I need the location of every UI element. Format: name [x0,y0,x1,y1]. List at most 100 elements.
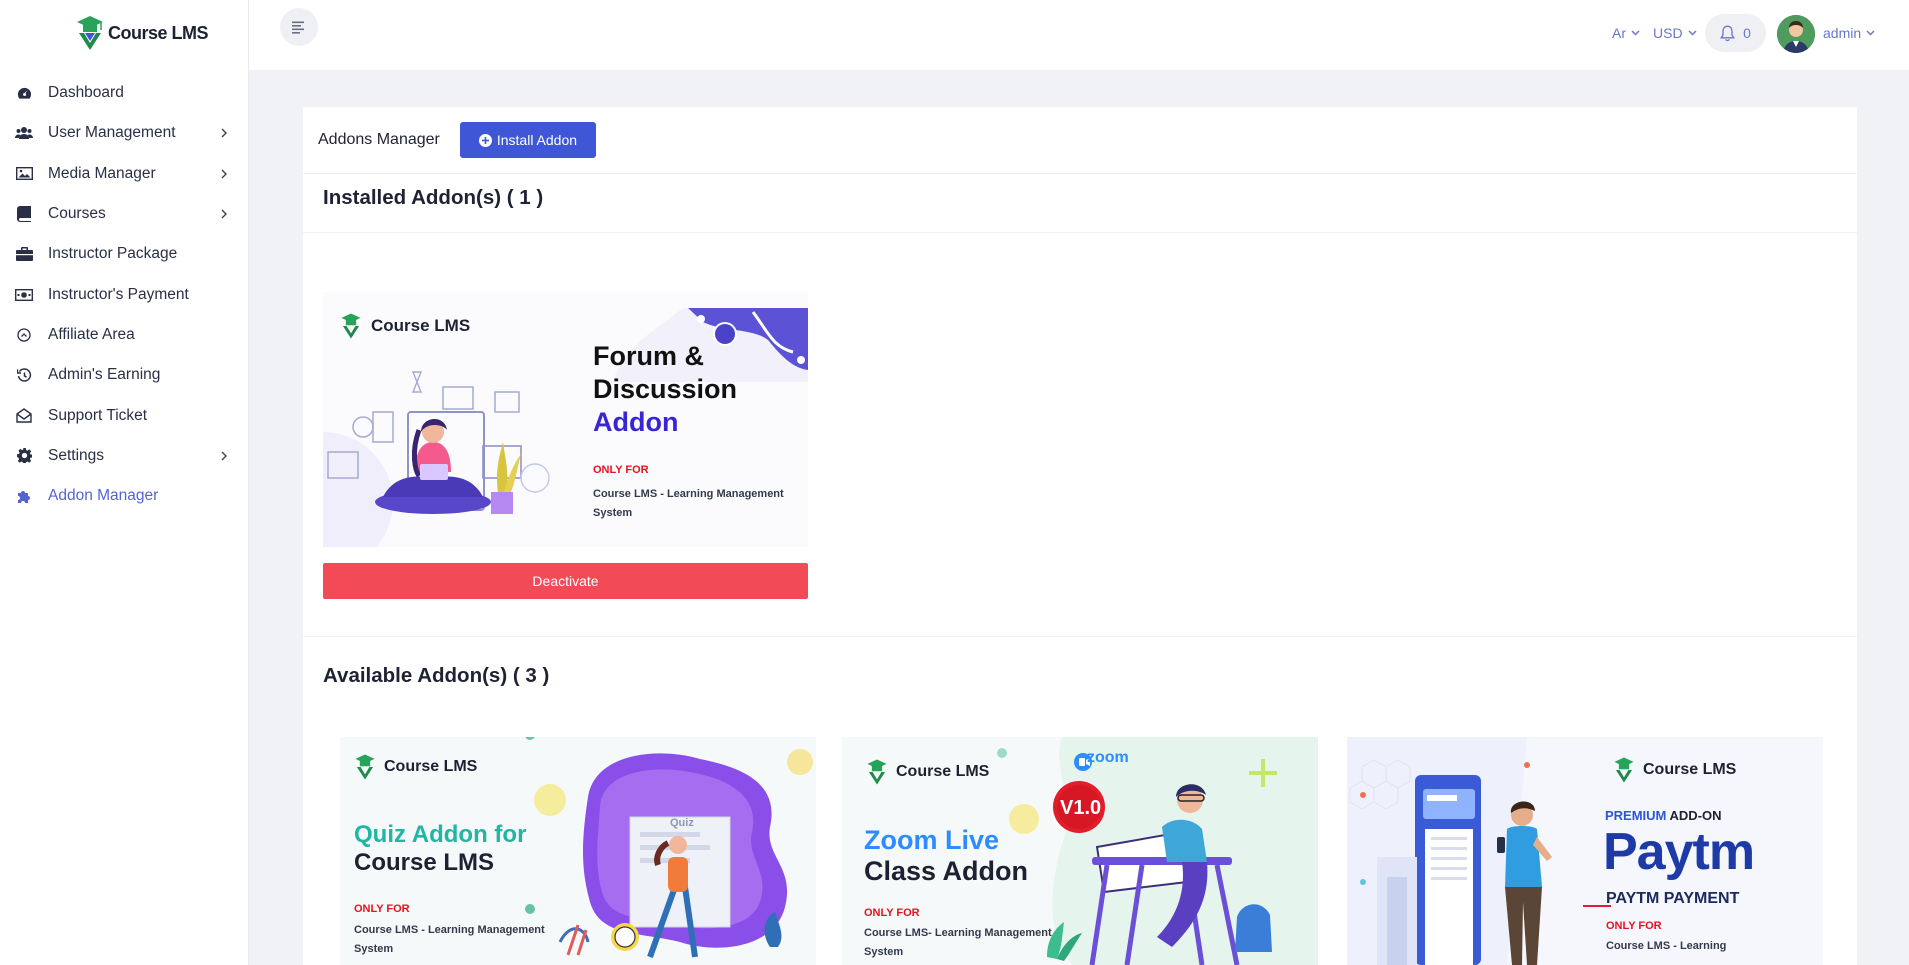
sidebar-item-admins-earning[interactable]: Admin's Earning [0,355,249,395]
sidebar-item-label: Instructor's Payment [48,285,189,303]
notification-count: 0 [1743,25,1751,41]
forum-addon-title-line: Addon [593,407,679,437]
brand-logo[interactable]: Course LMS [76,14,209,52]
forum-addon-title-line: Forum & [593,341,704,371]
sidebar-item-instructors-payment[interactable]: Instructor's Payment [0,274,249,314]
available-addon-paytm-card[interactable]: Course LMS PREMIUM ADD-ON Paytm PAYTM PA… [1347,737,1823,965]
forum-addon-title: Forum & Discussion Addon [593,340,737,439]
paytm-addon-product: Course LMS - Learning [1606,937,1726,956]
quiz-addon-brand: Course LMS [352,753,477,781]
user-menu-dropdown[interactable]: admin [1823,0,1875,66]
zoom-addon-brand: Course LMS [864,758,989,786]
graduation-cap-logo-icon [867,759,887,785]
history-icon [15,366,33,384]
sidebar-item-label: Admin's Earning [48,366,161,384]
users-icon [15,124,33,142]
sidebar-item-label: Courses [48,205,106,223]
quiz-addon-product-line: System [354,943,394,955]
envelope-open-icon [15,407,33,425]
image-icon [15,165,33,183]
install-addon-button[interactable]: Install Addon [459,122,597,158]
section-divider [303,232,1857,233]
zoom-addon-title-line: Zoom Live [864,825,1000,855]
brand-name: Course LMS [108,22,209,43]
sidebar-nav: Dashboard User Management Media Manager … [0,73,249,516]
sidebar-item-label: Instructor Package [48,245,178,263]
zoom-addon-brand-name: Course LMS [896,763,990,780]
currency-value: USD [1653,25,1683,41]
chevron-down-icon [1866,30,1875,36]
dashboard-icon [15,84,33,102]
quiz-addon-product: Course LMS - Learning Management System [354,921,545,959]
quiz-addon-only-for: ONLY FOR [354,903,410,915]
sidebar-item-affiliate-area[interactable]: Affiliate Area [0,315,249,355]
sidebar-item-instructor-package[interactable]: Instructor Package [0,234,249,274]
language-value: Ar [1612,25,1626,41]
installed-addons-heading: Installed Addon(s) ( 1 ) [323,186,544,209]
quiz-addon-brand-name: Course LMS [384,758,478,775]
sidebar-item-label: Dashboard [48,84,124,102]
sidebar-item-support-ticket[interactable]: Support Ticket [0,395,249,435]
sidebar-item-media-manager[interactable]: Media Manager [0,154,249,194]
forum-addon-title-line: Discussion [593,374,738,404]
chevron-right-icon [221,169,227,179]
user-avatar-icon [1777,15,1815,53]
briefcase-icon [15,245,33,263]
forum-addon-product-line: System [593,507,633,519]
zoom-brand-label: zoom [1087,749,1129,766]
forum-addon-product: Course LMS - Learning Management System [593,485,784,523]
notifications-button[interactable]: 0 [1705,14,1766,52]
chevron-right-icon [221,451,227,461]
sidebar-item-user-management[interactable]: User Management [0,113,249,153]
card-header: Addons Manager Install Addon [303,107,1857,174]
puzzle-icon [15,487,33,505]
sidebar-item-label: Settings [48,446,105,464]
user-name: admin [1823,25,1862,41]
graduation-cap-logo-icon [341,313,361,339]
paytm-addon-brand-name: Course LMS [1643,761,1737,778]
quiz-addon-title-line: Course LMS [354,849,495,876]
deactivate-button[interactable]: Deactivate [323,563,808,599]
forum-addon-product-line: Course LMS - Learning Management [593,488,784,500]
sidebar-item-label: Support Ticket [48,406,148,424]
addons-manager-card: Addons Manager Install Addon Installed A… [303,107,1857,965]
sidebar: Course LMS Dashboard User Management Med… [0,0,249,965]
section-divider [303,636,1857,637]
currency-dropdown[interactable]: USD [1653,0,1697,66]
available-addons-heading: Available Addon(s) ( 3 ) [323,664,550,687]
chevron-right-icon [221,128,227,138]
forum-addon-only-for: ONLY FOR [593,464,649,476]
available-addon-quiz-card[interactable]: Course LMS Quiz Quiz Addon for Course LM… [340,737,816,965]
graduation-cap-logo-icon [355,754,375,780]
quiz-paper-label: Quiz [670,817,694,829]
chevron-down-icon [1631,30,1640,36]
zoom-addon-product: Course LMS- Learning Management System [864,924,1052,962]
paytm-subtitle: PAYTM PAYMENT [1606,890,1740,907]
sidebar-item-addon-manager[interactable]: Addon Manager [0,476,249,516]
available-addon-zoom-card[interactable]: zoom V1.0 Course LMS Zoom Live Class Add… [842,737,1318,965]
sidebar-item-courses[interactable]: Courses [0,194,249,234]
plus-circle-icon [478,133,492,147]
sidebar-item-settings[interactable]: Settings [0,436,249,476]
bell-icon [1720,25,1736,41]
graduation-cap-logo-icon [77,16,103,50]
forum-addon-brand: Course LMS [338,312,470,340]
paytm-addon-only-for: ONLY FOR [1606,920,1662,932]
zoom-addon-only-for: ONLY FOR [864,907,920,919]
forum-addon-brand-name: Course LMS [371,316,471,335]
quiz-addon-title: Quiz Addon for Course LMS [354,821,526,877]
graduation-cap-logo-icon [1614,757,1634,783]
language-dropdown[interactable]: Ar [1612,0,1640,66]
install-addon-label: Install Addon [496,132,578,148]
zoom-addon-title: Zoom Live Class Addon [864,825,1028,887]
chevron-right-icon [221,209,227,219]
menu-toggle-button[interactable] [280,8,318,46]
paytm-addon-brand: Course LMS [1611,756,1736,784]
quiz-addon-title-line: Quiz Addon for [354,821,527,848]
sidebar-item-dashboard[interactable]: Dashboard [0,73,249,113]
money-icon [15,286,33,304]
sidebar-item-label: Affiliate Area [48,325,135,343]
avatar[interactable] [1777,15,1815,53]
zoom-addon-product-line: Course LMS- Learning Management [864,927,1052,939]
paytm-logo-text: Paytm [1603,825,1755,879]
